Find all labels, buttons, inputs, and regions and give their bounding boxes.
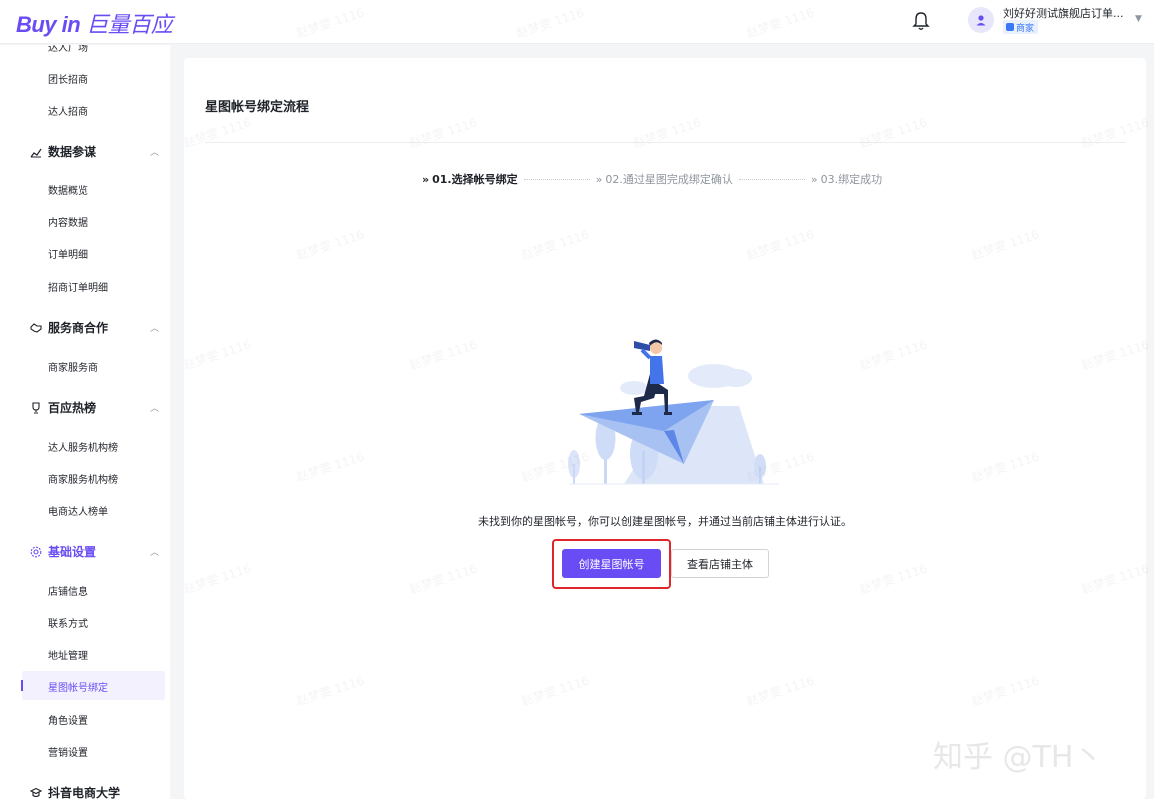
logo-cn: 巨量百应 (86, 12, 173, 37)
sidebar-group-label: 服务商合作 (48, 321, 109, 335)
empty-state-message: 未找到你的星图帐号，你可以创建星图帐号，并通过当前店铺主体进行认证。 (478, 515, 852, 528)
sidebar-group-hot-list[interactable]: 百应热榜 (30, 399, 96, 416)
chevron-up-icon[interactable]: ︿ (150, 545, 159, 558)
chevron-up-icon[interactable]: ︿ (150, 401, 159, 414)
sidebar-item-talent-agency-list[interactable]: 达人服务机构榜 (48, 439, 118, 454)
sidebar-item-talent-recruit[interactable]: 达人招商 (48, 103, 88, 118)
empty-state-illustration (568, 339, 779, 485)
sidebar-group-data[interactable]: 数据参谋 (30, 143, 96, 160)
sidebar-group-label: 基础设置 (48, 545, 97, 559)
user-name[interactable]: 刘好好测试旗舰店订单... (1003, 5, 1124, 21)
sidebar-item-talent-square[interactable]: 达人广场 (48, 45, 88, 54)
sidebar-group-service[interactable]: 服务商合作 (30, 319, 108, 336)
sidebar-group-university[interactable]: 抖音电商大学 (30, 784, 120, 799)
brand-logo[interactable]: Buy in 巨量百应 (16, 7, 173, 39)
sidebar-item-address[interactable]: 地址管理 (48, 647, 88, 662)
step-1: » 01.选择帐号绑定 (422, 173, 518, 186)
step-progress: » 01.选择帐号绑定 » 02.通过星图完成绑定确认 » 03.绑定成功 (422, 171, 882, 187)
sidebar-item-marketing[interactable]: 营销设置 (48, 744, 88, 759)
sidebar-item-contact[interactable]: 联系方式 (48, 615, 88, 630)
sidebar-item-data-overview[interactable]: 数据概览 (48, 182, 88, 197)
sidebar-group-label: 抖音电商大学 (48, 786, 121, 799)
step-connector (523, 178, 590, 180)
bell-icon[interactable] (911, 10, 931, 32)
graduation-cap-icon (30, 787, 42, 797)
sidebar-item-xingtu-binding[interactable]: 星图帐号绑定 (48, 679, 108, 694)
sidebar-active-indicator (21, 680, 23, 691)
page-title: 星图帐号绑定流程 (205, 100, 310, 115)
sidebar-item-merchant-agency-list[interactable]: 商家服务机构榜 (48, 471, 118, 486)
sidebar-item-merchant-service[interactable]: 商家服务商 (48, 359, 98, 374)
chevron-up-icon[interactable]: ︿ (150, 145, 159, 158)
store-icon (1006, 23, 1014, 31)
sidebar-item-roles[interactable]: 角色设置 (48, 712, 88, 727)
sidebar-item-ecom-talent-list[interactable]: 电商达人榜单 (48, 503, 108, 518)
sidebar-item-store-info[interactable]: 店铺信息 (48, 583, 88, 598)
step-2: » 02.通过星图完成绑定确认 (595, 173, 733, 186)
user-icon (976, 15, 986, 26)
sidebar-item-content-data[interactable]: 内容数据 (48, 214, 88, 229)
chevron-up-icon[interactable]: ︿ (150, 321, 159, 334)
sidebar-item-order-detail[interactable]: 订单明细 (48, 246, 88, 261)
create-xingtu-account-button[interactable]: 创建星图帐号 (562, 549, 661, 578)
sidebar-item-recruit-order-detail[interactable]: 招商订单明细 (48, 279, 108, 294)
handshake-icon (30, 322, 42, 333)
role-badge: 商家 (1003, 20, 1039, 34)
step-connector (738, 178, 805, 180)
main-card: 星图帐号绑定流程 » 01.选择帐号绑定 » 02.通过星图完成绑定确认 » 03.绑… (184, 58, 1146, 799)
step-3: » 03.绑定成功 (810, 173, 883, 186)
zhihu-watermark: 知乎 @TH丶 (933, 740, 1104, 775)
sidebar-group-label: 百应热榜 (48, 401, 97, 415)
chart-icon (30, 148, 42, 157)
sidebar-group-label: 数据参谋 (48, 145, 97, 159)
avatar[interactable] (968, 7, 994, 33)
sidebar: 达人广场 团长招商 达人招商 数据参谋 ︿ 数据概览 内容数据 订单明细 招商订… (0, 45, 170, 799)
logo-text: Buy in (16, 12, 81, 37)
gear-icon (30, 546, 42, 557)
top-bar: Buy in 巨量百应 刘好好测试旗舰店订单... 商家 ▼ (0, 0, 1154, 44)
trophy-icon (32, 401, 40, 414)
sidebar-group-settings[interactable]: 基础设置 (30, 543, 96, 560)
role-label: 商家 (1016, 23, 1035, 34)
view-store-entity-button[interactable]: 查看店铺主体 (671, 549, 769, 578)
sidebar-item-leader-recruit[interactable]: 团长招商 (48, 71, 88, 86)
divider (205, 142, 1126, 143)
caret-down-icon[interactable]: ▼ (1135, 14, 1142, 24)
